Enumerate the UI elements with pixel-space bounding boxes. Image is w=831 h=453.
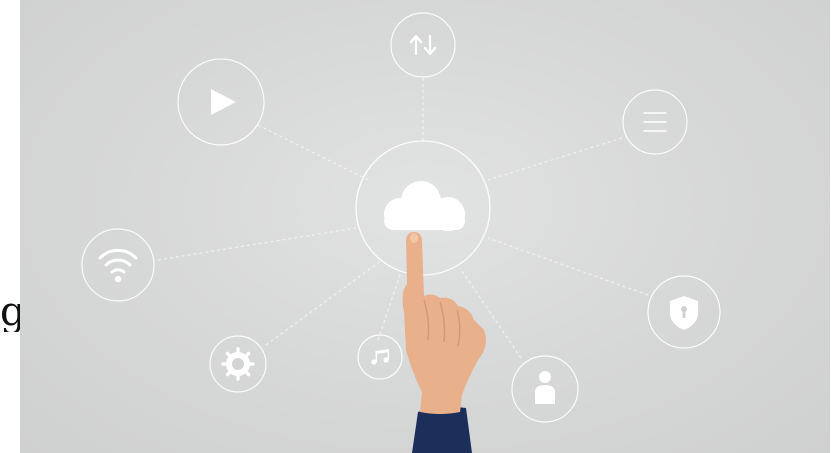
wifi-icon bbox=[98, 248, 138, 274]
shield-node bbox=[647, 275, 721, 349]
menu-node bbox=[622, 89, 688, 155]
settings-node bbox=[209, 335, 267, 393]
side-glyph: g bbox=[0, 292, 20, 332]
user-icon bbox=[535, 371, 555, 404]
transfer-arrows-icon bbox=[409, 34, 437, 56]
cloud-network-photo bbox=[20, 0, 830, 453]
music-node bbox=[357, 334, 403, 380]
play-node bbox=[177, 58, 265, 146]
cloud-node bbox=[355, 140, 491, 276]
settings-gear-icon bbox=[221, 347, 255, 381]
user-node bbox=[511, 355, 579, 423]
wifi-node bbox=[81, 228, 155, 302]
music-note-icon bbox=[371, 349, 389, 365]
play-icon bbox=[211, 89, 236, 115]
menu-icon bbox=[643, 112, 667, 132]
transfer-node bbox=[390, 12, 456, 78]
network-illustration bbox=[81, 12, 721, 453]
shield-lock-icon bbox=[670, 296, 698, 330]
